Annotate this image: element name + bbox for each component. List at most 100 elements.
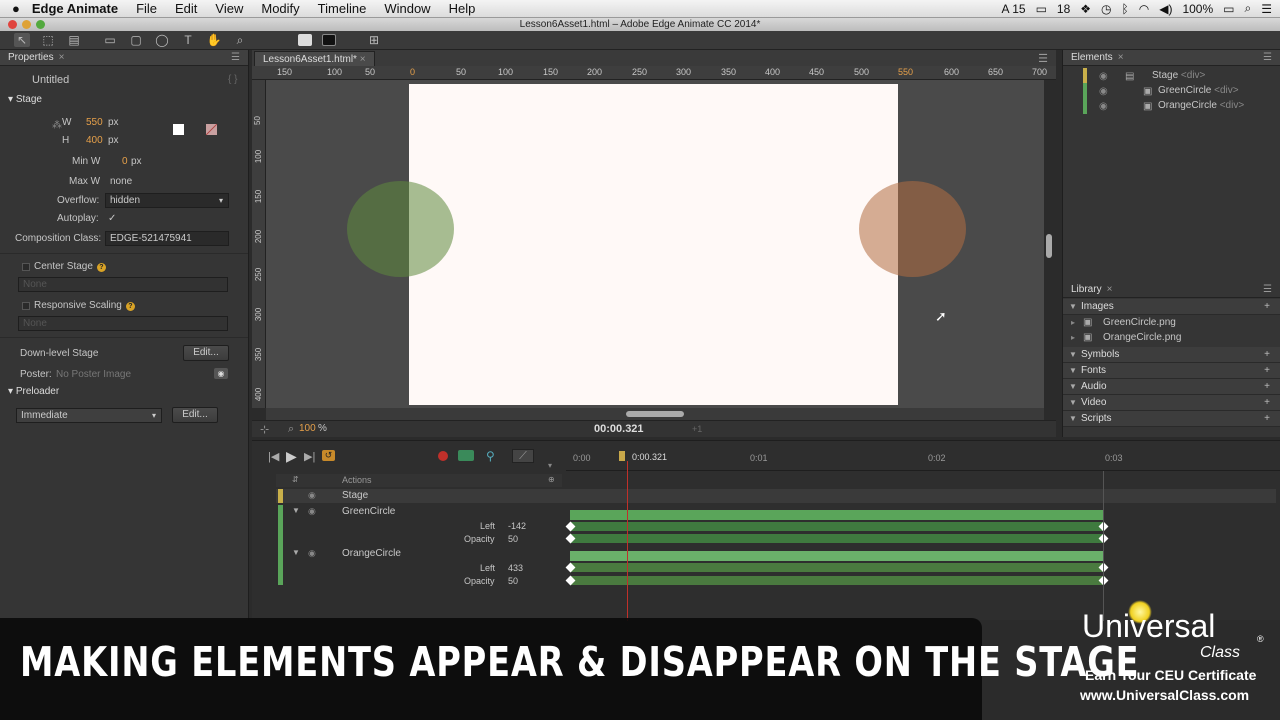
display-icon[interactable]: ▭ <box>1036 2 1047 16</box>
play-icon[interactable]: ▶ <box>286 448 297 465</box>
help-icon[interactable]: ? <box>125 302 135 311</box>
eye-icon[interactable]: ◉ <box>1099 71 1108 82</box>
zoom-window-button[interactable] <box>36 20 45 29</box>
orangecircle-left-track[interactable] <box>570 563 1104 572</box>
panel-menu-icon[interactable]: ☰ <box>231 52 240 63</box>
eye-icon[interactable]: ◉ <box>1099 86 1108 97</box>
greencircle-left-track[interactable] <box>570 522 1104 531</box>
elements-tab[interactable]: Elements × ☰ <box>1063 50 1280 66</box>
prop-left-value[interactable]: -142 <box>508 521 526 531</box>
disclosure-icon[interactable]: ▸ <box>1071 333 1075 342</box>
close-icon[interactable]: × <box>360 54 366 65</box>
camera-icon[interactable]: ◉ <box>214 368 228 379</box>
element-orangecircle[interactable]: OrangeCircle <div> <box>1158 100 1244 111</box>
go-to-start-icon[interactable]: |◀ <box>268 450 279 463</box>
stage-view-icon[interactable]: ⊞ <box>366 33 382 47</box>
orangecircle-track[interactable] <box>570 551 1104 561</box>
link-dimensions-icon[interactable]: ⁂ <box>52 120 62 131</box>
library-item-greencircle[interactable]: GreenCircle.png <box>1103 317 1176 328</box>
height-value[interactable]: 400 <box>86 135 103 146</box>
vertical-scrollbar[interactable] <box>1046 234 1052 258</box>
playhead-line[interactable] <box>627 461 628 621</box>
volume-icon[interactable]: ◀) <box>1159 2 1172 16</box>
greencircle-opacity-track[interactable] <box>570 534 1104 543</box>
menu-edit[interactable]: Edit <box>166 1 206 16</box>
help-icon[interactable]: ? <box>96 263 106 272</box>
menu-file[interactable]: File <box>127 1 166 16</box>
go-to-end-icon[interactable]: ▶| <box>304 450 315 463</box>
background-color-swatch[interactable] <box>298 34 312 46</box>
disclosure-icon[interactable]: ▼ <box>292 506 300 515</box>
close-icon[interactable]: × <box>1107 284 1113 295</box>
orange-circle[interactable] <box>859 181 966 277</box>
timeline-ruler[interactable]: 0:00 0:00.321 0:01 0:02 0:03 <box>566 441 1280 471</box>
search-icon[interactable]: ⌕ <box>1245 1 1252 16</box>
auto-transition-icon[interactable] <box>458 450 474 461</box>
horizontal-scrollbar[interactable] <box>626 411 684 417</box>
close-icon[interactable]: × <box>59 52 65 63</box>
add-icon[interactable]: + <box>1264 347 1270 363</box>
menu-timeline[interactable]: Timeline <box>309 1 376 16</box>
panel-menu-icon[interactable]: ☰ <box>1263 284 1272 295</box>
properties-tab[interactable]: Properties × ☰ <box>0 50 248 66</box>
close-icon[interactable]: × <box>1118 52 1124 63</box>
wifi-icon[interactable]: ◠ <box>1139 2 1149 16</box>
greencircle-track[interactable] <box>570 510 1104 520</box>
center-stage-select[interactable]: None <box>18 277 228 292</box>
transform-tool-icon[interactable]: ⬚ <box>40 33 56 47</box>
close-window-button[interactable] <box>8 20 17 29</box>
stage[interactable] <box>409 84 898 405</box>
overflow-select[interactable]: hidden ▾ <box>105 193 229 208</box>
autoplay-checkbox[interactable]: ✓ <box>108 213 116 224</box>
stage-gradient-swatch[interactable] <box>206 124 217 135</box>
stage-section-header[interactable]: ▾ Stage <box>0 92 248 108</box>
library-symbols-header[interactable]: ▼ Symbols + <box>1063 347 1280 363</box>
timeline-row-greencircle[interactable]: ▼ ◉ GreenCircle <box>276 505 562 585</box>
app-menu[interactable]: Edge Animate <box>20 1 127 16</box>
hand-tool-icon[interactable]: ✋ <box>206 33 222 47</box>
disclosure-icon[interactable]: ▼ <box>292 548 300 557</box>
clock-icon[interactable]: ◷ <box>1101 2 1111 16</box>
library-item-orangecircle[interactable]: OrangeCircle.png <box>1103 332 1181 343</box>
minw-unit[interactable]: px <box>131 156 142 167</box>
dropbox-icon[interactable]: ❖ <box>1080 2 1091 16</box>
ellipse-tool-icon[interactable]: ◯ <box>154 33 170 47</box>
prop-opacity-value[interactable]: 50 <box>508 534 518 544</box>
pin-icon[interactable]: ⚲ <box>486 449 495 463</box>
bluetooth-icon[interactable]: ᛒ <box>1122 2 1129 16</box>
loop-icon[interactable]: ↺ <box>322 450 335 461</box>
add-icon[interactable]: + <box>1264 379 1270 395</box>
library-scripts-header[interactable]: ▼ Scripts + <box>1063 411 1280 427</box>
green-circle[interactable] <box>347 181 454 277</box>
preloader-section-header[interactable]: ▾ Preloader <box>0 384 248 400</box>
time-step[interactable]: +1 <box>692 424 702 434</box>
library-tab[interactable]: Library × ☰ <box>1063 282 1280 298</box>
easing-icon[interactable]: ⟋ <box>512 449 534 463</box>
zoom-level[interactable]: 100 <box>299 423 316 434</box>
panel-menu-icon[interactable]: ☰ <box>1263 52 1272 63</box>
add-action-icon[interactable]: ⊕ <box>548 475 555 484</box>
battery-icon[interactable]: ▭ <box>1223 2 1234 16</box>
responsive-select[interactable]: None <box>18 316 228 331</box>
prop-opacity-value[interactable]: 50 <box>508 576 518 586</box>
downlevel-edit-button[interactable]: Edit... <box>183 345 229 361</box>
compclass-field[interactable]: EDGE-521475941 <box>105 231 229 246</box>
list-icon[interactable]: ☰ <box>1261 2 1272 16</box>
responsive-checkbox[interactable] <box>22 302 30 310</box>
menu-modify[interactable]: Modify <box>252 1 308 16</box>
document-tab[interactable]: Lesson6Asset1.html* × <box>254 51 375 66</box>
select-tool-icon[interactable]: ↖ <box>14 33 30 47</box>
add-icon[interactable]: + <box>1264 411 1270 427</box>
disclosure-icon[interactable]: ▸ <box>1071 318 1075 327</box>
library-fonts-header[interactable]: ▼ Fonts + <box>1063 363 1280 379</box>
add-icon[interactable]: + <box>1264 395 1270 411</box>
auto-keyframe-icon[interactable] <box>438 451 448 461</box>
clipping-tool-icon[interactable]: ▤ <box>66 33 82 47</box>
eye-icon[interactable]: ◉ <box>308 548 316 559</box>
rectangle-tool-icon[interactable]: ▭ <box>102 33 118 47</box>
menu-help[interactable]: Help <box>440 1 485 16</box>
minimize-window-button[interactable] <box>22 20 31 29</box>
preloader-select[interactable]: Immediate ▾ <box>16 408 162 423</box>
center-stage-checkbox[interactable] <box>22 263 30 271</box>
border-color-swatch[interactable] <box>322 34 336 46</box>
